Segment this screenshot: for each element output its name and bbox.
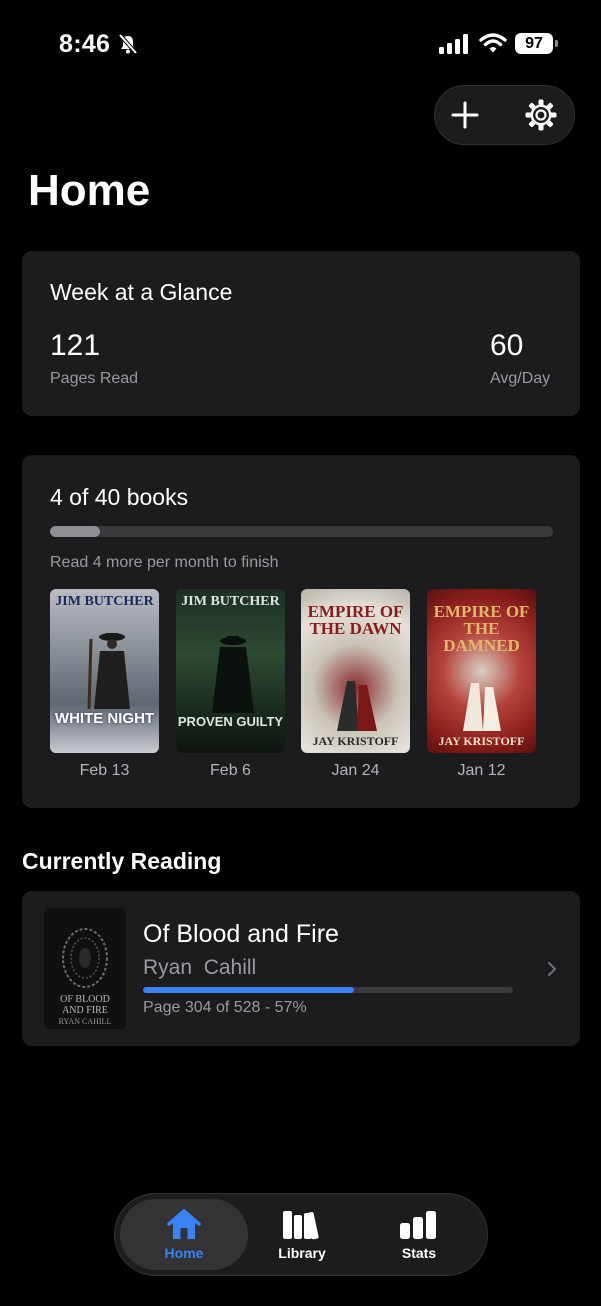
- cover-author: RYAN CAHILL: [58, 1017, 112, 1026]
- current-book-row[interactable]: OF BLOOD AND FIRE RYAN CAHILL Of Blood a…: [22, 891, 580, 1046]
- book-cover[interactable]: JIM BUTCHER PROVEN GUILTY: [176, 589, 285, 753]
- cover-author: JAY KRISTOFF: [438, 734, 525, 748]
- goal-progress-bar: [50, 526, 553, 537]
- status-time: 8:46: [59, 30, 111, 58]
- goal-progress-fill: [50, 526, 101, 537]
- cover-author: JIM BUTCHER: [55, 594, 154, 609]
- figure-illustration: [87, 633, 130, 709]
- current-book-author: Ryan Cahill: [143, 956, 257, 979]
- tab-stats-label: Stats: [401, 1244, 437, 1261]
- tab-bar: Home Library Stats: [114, 1193, 488, 1276]
- stats-icon: [400, 1210, 436, 1239]
- cover-emblem: [62, 928, 108, 988]
- book-finish-date: Jan 12: [457, 762, 506, 779]
- cover-title: OF BLOOD AND FIRE: [60, 994, 110, 1016]
- status-bar: 8:46 97: [0, 0, 601, 90]
- goal-title: 4 of 40 books: [50, 484, 189, 510]
- current-page-progress: Page 304 of 528 - 57%: [143, 999, 307, 1016]
- current-progress-bar: [143, 987, 513, 993]
- home-icon: [167, 1208, 201, 1239]
- current-book-title: Of Blood and Fire: [143, 920, 339, 948]
- current-progress-fill: [143, 987, 354, 993]
- book-cover[interactable]: JIM BUTCHER WHITE NIGHT: [50, 589, 159, 753]
- battery-level: 97: [515, 33, 553, 54]
- goal-hint: Read 4 more per month to finish: [50, 554, 279, 571]
- cover-title: EMPIRE OF THE DAMNED: [433, 602, 530, 655]
- avg-day-label: Avg/Day: [490, 370, 551, 387]
- pages-read-value: 121: [50, 329, 101, 362]
- book-finish-date: Feb 13: [79, 762, 130, 779]
- add-button[interactable]: [435, 86, 495, 144]
- plus-icon: [451, 101, 479, 129]
- cover-title: WHITE NIGHT: [54, 710, 155, 727]
- page-title: Home: [28, 166, 151, 215]
- currently-reading-heading: Currently Reading: [22, 848, 222, 874]
- tab-home[interactable]: Home: [120, 1199, 248, 1270]
- chevron-right-icon: [548, 962, 556, 976]
- current-book-cover: OF BLOOD AND FIRE RYAN CAHILL: [44, 908, 126, 1029]
- cover-author: JAY KRISTOFF: [312, 734, 399, 748]
- wifi-icon: [479, 33, 507, 53]
- avg-day-value: 60: [490, 329, 524, 362]
- signal-icon: [439, 34, 468, 54]
- figure-illustration: [212, 636, 254, 713]
- bell-slash-icon: [118, 33, 138, 55]
- tab-library-label: Library: [278, 1244, 326, 1261]
- week-summary-card: Week at a Glance 121 Pages Read 60 Avg/D…: [22, 251, 580, 416]
- library-icon: [283, 1210, 319, 1239]
- top-actions: [434, 85, 575, 145]
- book-cover[interactable]: EMPIRE OF THE DAMNED JAY KRISTOFF: [427, 589, 536, 753]
- cover-title: EMPIRE OF THE DAWN: [307, 602, 404, 638]
- battery-tip: [555, 40, 558, 47]
- settings-button[interactable]: [511, 86, 571, 144]
- battery-indicator: 97: [515, 33, 559, 55]
- tab-stats[interactable]: Stats: [365, 1199, 473, 1270]
- figure-illustration: [463, 683, 501, 731]
- book-finish-date: Feb 6: [210, 762, 251, 779]
- cover-author: JIM BUTCHER: [181, 594, 280, 609]
- book-cover[interactable]: EMPIRE OF THE DAWN JAY KRISTOFF: [301, 589, 410, 753]
- book-finish-date: Jan 24: [331, 762, 380, 779]
- pages-read-label: Pages Read: [50, 370, 139, 387]
- figure-illustration: [337, 681, 377, 731]
- reading-goal-card[interactable]: 4 of 40 books Read 4 more per month to f…: [22, 455, 580, 808]
- gear-icon: [525, 99, 557, 131]
- week-title: Week at a Glance: [50, 279, 233, 305]
- cover-title: PROVEN GUILTY: [177, 714, 284, 729]
- tab-library[interactable]: Library: [248, 1199, 356, 1270]
- tab-home-label: Home: [164, 1244, 204, 1261]
